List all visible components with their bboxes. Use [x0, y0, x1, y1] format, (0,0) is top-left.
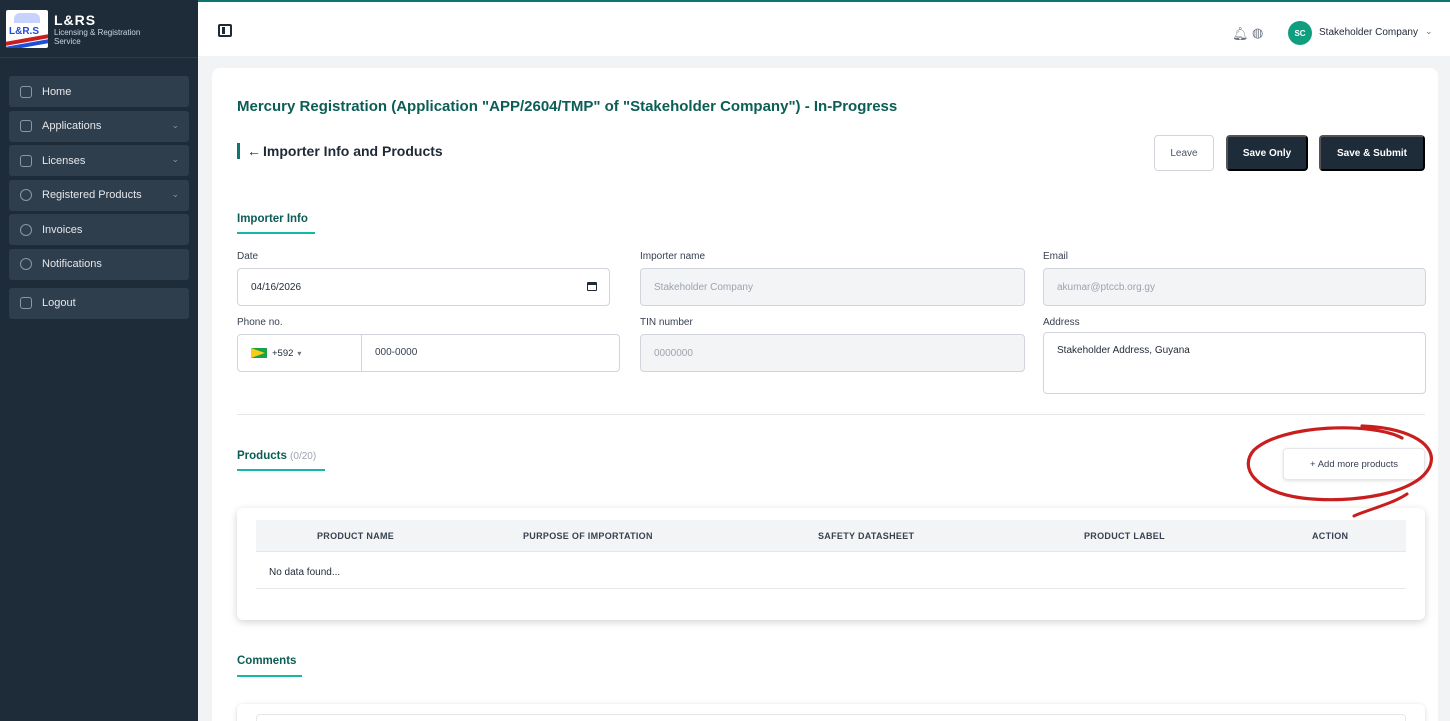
- tab-importer-info[interactable]: Importer Info: [237, 213, 308, 225]
- column-header: PRODUCT LABEL: [1084, 531, 1165, 541]
- brand-logo: L&R.S: [6, 9, 48, 48]
- calendar-icon[interactable]: [587, 282, 597, 291]
- tin-field[interactable]: 0000000: [640, 334, 1025, 372]
- sidebar-item-label: Logout: [42, 297, 76, 309]
- importer-name-label: Importer name: [640, 251, 706, 262]
- sidebar-item-label: Applications: [42, 120, 102, 132]
- importer-name-value: Stakeholder Company: [654, 281, 753, 293]
- sidebar-item-applications[interactable]: Applications ⌄: [9, 110, 189, 142]
- chevron-down-icon: ▾: [297, 348, 302, 358]
- address-value: Stakeholder Address, Guyana: [1057, 345, 1190, 356]
- sidebar: L&R.S L&RS Licensing & Registration Serv…: [0, 0, 198, 721]
- license-icon: [20, 154, 32, 167]
- brand-name: L&RS: [54, 11, 97, 28]
- tab-products[interactable]: Products (0/20): [237, 450, 316, 462]
- date-label: Date: [237, 251, 259, 262]
- address-label: Address: [1043, 317, 1080, 328]
- save-submit-button[interactable]: Save & Submit: [1319, 135, 1425, 171]
- guyana-flag-icon: [251, 348, 267, 358]
- email-value: akumar@ptccb.org.gy: [1057, 281, 1155, 293]
- column-header: PURPOSE OF IMPORTATION: [523, 531, 653, 541]
- row-divider: [256, 588, 1406, 589]
- sidebar-item-licenses[interactable]: Licenses ⌄: [9, 145, 189, 176]
- country-code-select[interactable]: +592 ▾: [251, 348, 301, 359]
- tin-placeholder: 0000000: [654, 347, 693, 359]
- tab-underline: [237, 469, 325, 471]
- phone-label: Phone no.: [237, 317, 283, 328]
- home-icon: [20, 85, 32, 98]
- tab-underline: [237, 232, 315, 234]
- save-only-button[interactable]: Save Only: [1226, 135, 1308, 171]
- tab-underline: [237, 675, 302, 677]
- products-table: PRODUCT NAME PURPOSE OF IMPORTATION SAFE…: [237, 508, 1425, 620]
- email-label: Email: [1043, 251, 1069, 262]
- sidebar-toggle-icon[interactable]: [218, 24, 232, 37]
- sidebar-nav: Home Applications ⌄ Licenses ⌄ Registere…: [0, 58, 198, 319]
- empty-state: No data found...: [269, 567, 341, 578]
- back-arrow-icon[interactable]: ←: [247, 143, 261, 159]
- topbar: 🔔︎ ◍ SC Stakeholder Company ⌄: [198, 0, 1450, 56]
- logout-icon: [20, 297, 32, 309]
- column-header: ACTION: [1312, 531, 1349, 541]
- sidebar-item-label: Home: [42, 85, 72, 98]
- chevron-down-icon[interactable]: ⌄: [1425, 26, 1433, 37]
- address-field[interactable]: Stakeholder Address, Guyana: [1043, 332, 1426, 394]
- brand-subtitle-2: Service: [54, 36, 81, 46]
- date-value: 04/16/2026: [251, 281, 302, 293]
- comments-input[interactable]: [256, 714, 1406, 721]
- tin-label: TIN number: [640, 317, 693, 328]
- box-icon: [20, 189, 32, 201]
- phone-divider: [361, 335, 362, 371]
- sidebar-item-logout[interactable]: Logout: [9, 287, 189, 319]
- invoice-icon: [20, 223, 32, 236]
- brand[interactable]: L&R.S L&RS Licensing & Registration Serv…: [0, 0, 198, 58]
- chevron-down-icon: ⌄: [171, 119, 179, 130]
- avatar[interactable]: SC: [1288, 21, 1312, 45]
- sidebar-item-home[interactable]: Home: [9, 76, 189, 107]
- phone-field[interactable]: +592 ▾ 000-0000: [237, 334, 620, 372]
- email-field[interactable]: akumar@ptccb.org.gy: [1043, 268, 1426, 306]
- products-count: (0/20): [290, 451, 317, 462]
- section-divider: [237, 414, 1425, 415]
- importer-name-field[interactable]: Stakeholder Company: [640, 268, 1025, 306]
- brand-subtitle-1: Licensing & Registration: [54, 27, 141, 37]
- chevron-down-icon: ⌄: [171, 188, 179, 199]
- company-name[interactable]: Stakeholder Company: [1319, 27, 1418, 38]
- tab-comments[interactable]: Comments: [237, 655, 296, 667]
- bell-icon: [20, 258, 32, 270]
- sidebar-item-invoices[interactable]: Invoices: [9, 214, 189, 245]
- leave-button[interactable]: Leave: [1154, 135, 1214, 171]
- column-header: SAFETY DATASHEET: [818, 531, 915, 541]
- notification-bell-icon[interactable]: 🔔︎: [1232, 26, 1249, 42]
- country-code: +592: [272, 347, 294, 359]
- main-content: Mercury Registration (Application "APP/2…: [212, 68, 1438, 721]
- sidebar-item-label: Licenses: [42, 154, 86, 167]
- document-icon: [20, 120, 32, 132]
- comments-card: [237, 704, 1425, 721]
- sidebar-item-label: Invoices: [42, 223, 83, 236]
- theme-palette-icon[interactable]: ◍: [1252, 25, 1263, 41]
- page-title: Mercury Registration (Application "APP/2…: [237, 98, 898, 115]
- date-field[interactable]: 04/16/2026: [237, 268, 610, 306]
- phone-number-placeholder: 000-0000: [375, 347, 418, 358]
- add-more-products-button[interactable]: + Add more products: [1283, 448, 1425, 480]
- section-title: Importer Info and Products: [263, 143, 443, 159]
- sidebar-item-label: Notifications: [42, 258, 102, 270]
- section-accent-bar: [237, 143, 240, 159]
- products-tab-label: Products: [237, 450, 287, 462]
- section-header: ← Importer Info and Products: [237, 143, 443, 159]
- chevron-down-icon: ⌄: [171, 154, 179, 164]
- sidebar-item-notifications[interactable]: Notifications: [9, 248, 189, 280]
- sidebar-item-label: Registered Products: [42, 189, 142, 201]
- sidebar-item-registered-products[interactable]: Registered Products ⌄: [9, 179, 189, 211]
- table-header: PRODUCT NAME PURPOSE OF IMPORTATION SAFE…: [256, 520, 1406, 552]
- column-header: PRODUCT NAME: [317, 531, 395, 541]
